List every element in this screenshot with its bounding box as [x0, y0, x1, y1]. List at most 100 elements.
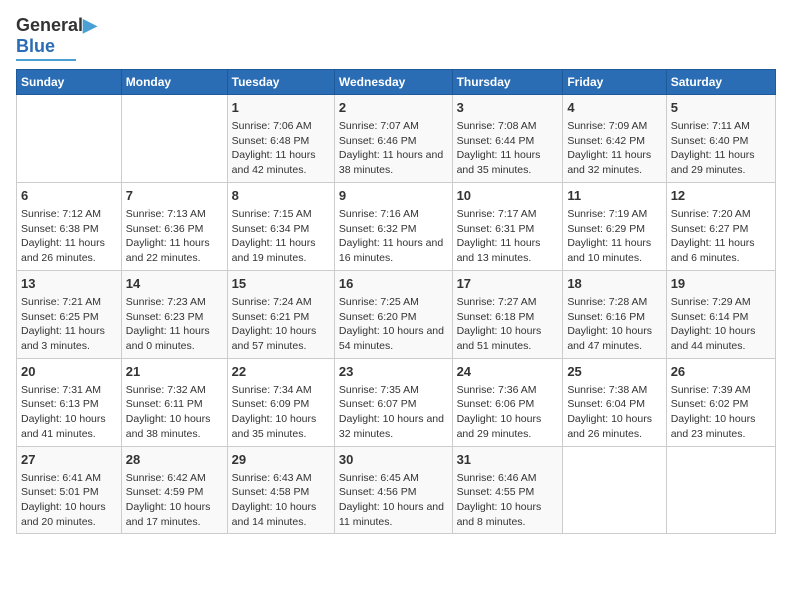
calendar-body: 1 Sunrise: 7:06 AM Sunset: 6:48 PM Daylig… — [17, 94, 776, 534]
day-number: 3 — [457, 99, 559, 117]
day-info: Sunrise: 7:09 AM Sunset: 6:42 PM Dayligh… — [567, 119, 661, 178]
day-number: 9 — [339, 187, 448, 205]
day-number: 23 — [339, 363, 448, 381]
day-info: Sunrise: 7:19 AM Sunset: 6:29 PM Dayligh… — [567, 207, 661, 266]
calendar-cell: 30 Sunrise: 6:45 AM Sunset: 4:56 PM Dayli… — [334, 446, 452, 534]
day-number: 12 — [671, 187, 771, 205]
calendar-cell: 10 Sunrise: 7:17 AM Sunset: 6:31 PM Dayli… — [452, 182, 563, 270]
calendar-cell: 7 Sunrise: 7:13 AM Sunset: 6:36 PM Daylig… — [121, 182, 227, 270]
day-info: Sunrise: 7:25 AM Sunset: 6:20 PM Dayligh… — [339, 295, 448, 354]
day-info: Sunrise: 6:46 AM Sunset: 4:55 PM Dayligh… — [457, 471, 559, 530]
day-info: Sunrise: 7:23 AM Sunset: 6:23 PM Dayligh… — [126, 295, 223, 354]
day-info: Sunrise: 7:06 AM Sunset: 6:48 PM Dayligh… — [232, 119, 330, 178]
day-number: 13 — [21, 275, 117, 293]
day-info: Sunrise: 7:21 AM Sunset: 6:25 PM Dayligh… — [21, 295, 117, 354]
calendar-cell: 21Sunrise: 7:32 AM Sunset: 6:11 PM Dayli… — [121, 358, 227, 446]
page-header: General▶ Blue — [16, 16, 776, 61]
calendar-cell — [17, 94, 122, 182]
calendar-cell: 13 Sunrise: 7:21 AM Sunset: 6:25 PM Dayli… — [17, 270, 122, 358]
day-number: 2 — [339, 99, 448, 117]
calendar-cell: 27Sunrise: 6:41 AM Sunset: 5:01 PM Dayli… — [17, 446, 122, 534]
calendar-header: SundayMondayTuesdayWednesdayThursdayFrid… — [17, 69, 776, 94]
calendar-cell: 20 Sunrise: 7:31 AM Sunset: 6:13 PM Dayli… — [17, 358, 122, 446]
day-number: 8 — [232, 187, 330, 205]
calendar-week-1: 1 Sunrise: 7:06 AM Sunset: 6:48 PM Daylig… — [17, 94, 776, 182]
day-info: Sunrise: 7:35 AM Sunset: 6:07 PM Dayligh… — [339, 383, 448, 442]
calendar-cell: 25 Sunrise: 7:38 AM Sunset: 6:04 PM Dayli… — [563, 358, 666, 446]
day-info: Sunrise: 6:45 AM Sunset: 4:56 PM Dayligh… — [339, 471, 448, 530]
header-day-thursday: Thursday — [452, 69, 563, 94]
calendar-cell: 19Sunrise: 7:29 AM Sunset: 6:14 PM Dayli… — [666, 270, 775, 358]
day-number: 1 — [232, 99, 330, 117]
day-number: 20 — [21, 363, 117, 381]
day-info: Sunrise: 6:43 AM Sunset: 4:58 PM Dayligh… — [232, 471, 330, 530]
day-number: 6 — [21, 187, 117, 205]
day-info: Sunrise: 7:16 AM Sunset: 6:32 PM Dayligh… — [339, 207, 448, 266]
header-day-sunday: Sunday — [17, 69, 122, 94]
calendar-cell: 28Sunrise: 6:42 AM Sunset: 4:59 PM Dayli… — [121, 446, 227, 534]
header-day-tuesday: Tuesday — [227, 69, 334, 94]
calendar-cell: 2 Sunrise: 7:07 AM Sunset: 6:46 PM Daylig… — [334, 94, 452, 182]
calendar-cell — [121, 94, 227, 182]
day-info: Sunrise: 7:20 AM Sunset: 6:27 PM Dayligh… — [671, 207, 771, 266]
calendar-cell: 3 Sunrise: 7:08 AM Sunset: 6:44 PM Daylig… — [452, 94, 563, 182]
day-number: 25 — [567, 363, 661, 381]
header-row: SundayMondayTuesdayWednesdayThursdayFrid… — [17, 69, 776, 94]
day-number: 22 — [232, 363, 330, 381]
calendar-cell: 15Sunrise: 7:24 AM Sunset: 6:21 PM Dayli… — [227, 270, 334, 358]
day-info: Sunrise: 6:42 AM Sunset: 4:59 PM Dayligh… — [126, 471, 223, 530]
calendar-cell: 18 Sunrise: 7:28 AM Sunset: 6:16 PM Dayli… — [563, 270, 666, 358]
day-info: Sunrise: 7:08 AM Sunset: 6:44 PM Dayligh… — [457, 119, 559, 178]
day-info: Sunrise: 7:12 AM Sunset: 6:38 PM Dayligh… — [21, 207, 117, 266]
day-info: Sunrise: 7:27 AM Sunset: 6:18 PM Dayligh… — [457, 295, 559, 354]
logo: General▶ Blue — [16, 16, 97, 61]
calendar-cell: 8 Sunrise: 7:15 AM Sunset: 6:34 PM Daylig… — [227, 182, 334, 270]
day-number: 30 — [339, 451, 448, 469]
day-number: 29 — [232, 451, 330, 469]
calendar-cell: 22Sunrise: 7:34 AM Sunset: 6:09 PM Dayli… — [227, 358, 334, 446]
calendar-cell: 11Sunrise: 7:19 AM Sunset: 6:29 PM Dayli… — [563, 182, 666, 270]
calendar-cell — [666, 446, 775, 534]
day-info: Sunrise: 7:17 AM Sunset: 6:31 PM Dayligh… — [457, 207, 559, 266]
day-number: 18 — [567, 275, 661, 293]
day-number: 17 — [457, 275, 559, 293]
calendar-cell: 17 Sunrise: 7:27 AM Sunset: 6:18 PM Dayli… — [452, 270, 563, 358]
calendar-table: SundayMondayTuesdayWednesdayThursdayFrid… — [16, 69, 776, 535]
day-number: 26 — [671, 363, 771, 381]
calendar-cell: 26 Sunrise: 7:39 AM Sunset: 6:02 PM Dayli… — [666, 358, 775, 446]
calendar-cell: 31Sunrise: 6:46 AM Sunset: 4:55 PM Dayli… — [452, 446, 563, 534]
day-info: Sunrise: 7:39 AM Sunset: 6:02 PM Dayligh… — [671, 383, 771, 442]
calendar-cell: 14Sunrise: 7:23 AM Sunset: 6:23 PM Dayli… — [121, 270, 227, 358]
day-number: 5 — [671, 99, 771, 117]
day-number: 21 — [126, 363, 223, 381]
header-day-saturday: Saturday — [666, 69, 775, 94]
day-info: Sunrise: 7:13 AM Sunset: 6:36 PM Dayligh… — [126, 207, 223, 266]
day-info: Sunrise: 7:38 AM Sunset: 6:04 PM Dayligh… — [567, 383, 661, 442]
day-info: Sunrise: 7:31 AM Sunset: 6:13 PM Dayligh… — [21, 383, 117, 442]
calendar-cell: 4 Sunrise: 7:09 AM Sunset: 6:42 PM Daylig… — [563, 94, 666, 182]
day-info: Sunrise: 7:07 AM Sunset: 6:46 PM Dayligh… — [339, 119, 448, 178]
day-number: 24 — [457, 363, 559, 381]
calendar-cell: 9 Sunrise: 7:16 AM Sunset: 6:32 PM Daylig… — [334, 182, 452, 270]
day-info: Sunrise: 7:28 AM Sunset: 6:16 PM Dayligh… — [567, 295, 661, 354]
calendar-cell: 16 Sunrise: 7:25 AM Sunset: 6:20 PM Dayli… — [334, 270, 452, 358]
day-number: 15 — [232, 275, 330, 293]
day-number: 19 — [671, 275, 771, 293]
header-day-monday: Monday — [121, 69, 227, 94]
calendar-week-4: 20 Sunrise: 7:31 AM Sunset: 6:13 PM Dayli… — [17, 358, 776, 446]
calendar-cell — [563, 446, 666, 534]
day-number: 7 — [126, 187, 223, 205]
day-info: Sunrise: 7:15 AM Sunset: 6:34 PM Dayligh… — [232, 207, 330, 266]
header-day-friday: Friday — [563, 69, 666, 94]
day-number: 4 — [567, 99, 661, 117]
day-number: 10 — [457, 187, 559, 205]
calendar-week-5: 27Sunrise: 6:41 AM Sunset: 5:01 PM Dayli… — [17, 446, 776, 534]
calendar-cell: 23 Sunrise: 7:35 AM Sunset: 6:07 PM Dayli… — [334, 358, 452, 446]
calendar-week-3: 13 Sunrise: 7:21 AM Sunset: 6:25 PM Dayli… — [17, 270, 776, 358]
logo-underline — [16, 59, 76, 61]
calendar-cell: 29 Sunrise: 6:43 AM Sunset: 4:58 PM Dayli… — [227, 446, 334, 534]
day-info: Sunrise: 7:11 AM Sunset: 6:40 PM Dayligh… — [671, 119, 771, 178]
day-number: 27 — [21, 451, 117, 469]
logo-blue-text: Blue — [16, 36, 55, 57]
day-number: 16 — [339, 275, 448, 293]
